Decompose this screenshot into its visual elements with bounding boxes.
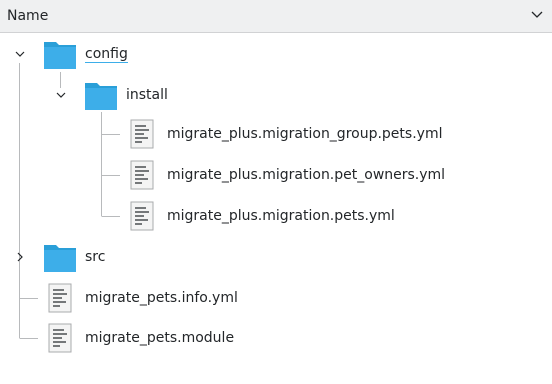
tree-label-file: migrate_pets.module: [85, 330, 235, 346]
tree-label-file: migrate_plus.migration.pets.yml: [167, 208, 395, 224]
tree-label-src: src: [85, 249, 106, 265]
tree-row-file[interactable]: migrate_pets.module: [42, 319, 234, 357]
tree-label-install: install: [126, 87, 168, 103]
config-collapse-chevron-icon[interactable]: [13, 47, 27, 61]
column-header[interactable]: Name: [0, 0, 552, 33]
tree-row-file[interactable]: migrate_pets.info.yml: [42, 279, 238, 317]
folder-icon: [44, 42, 76, 69]
src-expand-chevron-icon[interactable]: [13, 250, 27, 264]
chevron-down-icon[interactable]: [528, 6, 546, 24]
name-column-label: Name: [7, 8, 49, 24]
text-file-icon: [48, 323, 72, 353]
install-collapse-chevron-icon[interactable]: [54, 88, 68, 102]
folder-icon: [44, 245, 76, 272]
text-file-icon: [130, 201, 154, 231]
tree-label-file: migrate_pets.info.yml: [85, 290, 238, 306]
folder-icon: [85, 83, 117, 110]
tree-row-install[interactable]: install: [83, 76, 168, 114]
tree-row-file[interactable]: migrate_plus.migration.pets.yml: [124, 197, 395, 235]
text-file-icon: [48, 283, 72, 313]
tree-row-src[interactable]: src: [42, 238, 105, 276]
file-tree-panel: Name config install migrate_plus.migrati…: [0, 0, 552, 384]
tree-label-config: config: [85, 45, 128, 63]
tree-row-config[interactable]: config: [42, 35, 128, 73]
text-file-icon: [130, 119, 154, 149]
tree-row-file[interactable]: migrate_plus.migration_group.pets.yml: [124, 115, 442, 153]
tree-row-file[interactable]: migrate_plus.migration.pet_owners.yml: [124, 156, 445, 194]
tree-label-file: migrate_plus.migration_group.pets.yml: [167, 126, 443, 142]
text-file-icon: [130, 160, 154, 190]
tree-label-file: migrate_plus.migration.pet_owners.yml: [167, 167, 446, 183]
